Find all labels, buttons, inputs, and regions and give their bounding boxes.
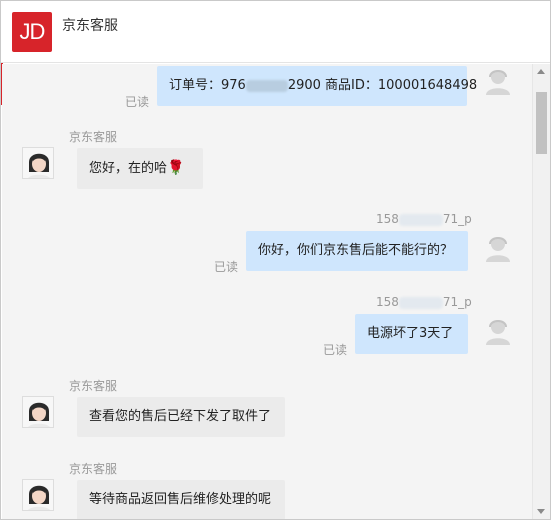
read-status: 已读 [125,95,150,109]
chat-window: JD 京东客服 订单号：976 2900 商品ID：100001648498 已读… [0,0,551,520]
rose-icon: 🌹 [167,160,185,176]
jd-logo: JD [12,12,52,52]
read-status: 已读 [214,260,239,274]
message-text: 您好，在的哈 [89,161,168,176]
sender-name: 京东客服 [69,130,118,144]
user-avatar-icon [486,320,510,345]
redacted-text [245,79,288,92]
sender-name: 京东客服 [69,379,118,393]
agent-avatar [22,479,54,511]
message-bubble-outgoing: 订单号：976 2900 商品ID：100001648498 [157,66,477,106]
agent-avatar [22,147,54,179]
message-bubble-incoming: 查看您的售后已经下发了取件了 [77,397,285,437]
sender-name: 京东客服 [69,462,118,476]
message-bubble-outgoing: 你好，你们京东售后能不能行的？ [246,231,468,271]
user-avatar-icon [486,237,510,262]
redacted-text [398,213,443,226]
sender-name: 158 71_p [376,295,472,309]
message-text: 查看您的售后已经下发了取件了 [89,409,272,424]
message-bubble-incoming: 您好，在的哈🌹 [77,148,203,189]
read-status: 已读 [323,343,348,357]
vertical-scrollbar[interactable] [532,64,550,519]
agent-avatar-icon [23,148,53,178]
agent-avatar-icon [23,397,53,427]
message-text: 你好，你们京东售后能不能行的？ [258,243,454,258]
scroll-down-arrow-icon[interactable] [537,509,545,514]
user-avatar-icon [486,70,510,95]
scroll-up-arrow-icon[interactable] [537,69,545,74]
scrollbar-thumb[interactable] [536,92,547,154]
sender-name: 158 71_p [376,212,472,226]
agent-avatar [22,396,54,428]
message-text: 电源坏了3天了 [367,326,454,341]
message-bubble-incoming: 等待商品返回售后维修处理的呢 [77,480,285,519]
message-bubble-outgoing: 电源坏了3天了 [355,314,468,354]
message-list[interactable]: 订单号：976 2900 商品ID：100001648498 已读 京东客服 您好… [2,64,532,519]
message-text: 等待商品返回售后维修处理的呢 [89,492,272,507]
message-text-tail: 2900 商品ID：100001648498 [287,78,478,93]
agent-avatar-icon [23,480,53,510]
chat-header: JD 京东客服 [1,1,550,63]
message-text: 订单号：976 [169,78,246,93]
chat-title: 京东客服 [62,18,118,34]
redacted-text [398,296,443,309]
